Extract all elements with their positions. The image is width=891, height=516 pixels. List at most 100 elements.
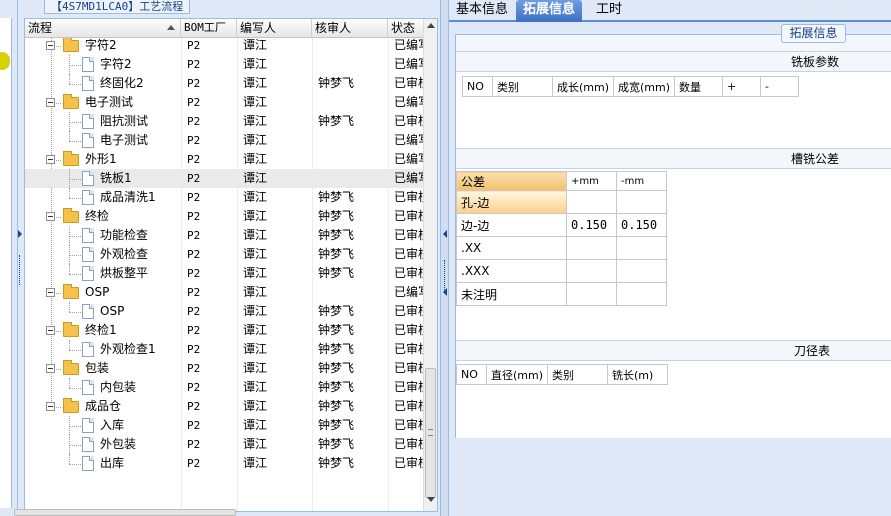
tree-row[interactable]: 包装P2谭江钟梦飞已审核: [25, 359, 425, 378]
panel-splitter[interactable]: [440, 0, 449, 516]
mill-params-header: 铣板参数: [456, 52, 891, 72]
collapse-arrow-icon[interactable]: [443, 230, 447, 238]
tolerance-row[interactable]: 边-边 0.150 0.150: [456, 213, 667, 237]
tolerance-row[interactable]: 孔-边: [456, 190, 667, 214]
cell-writer: 谭江: [243, 437, 268, 451]
collapse-toggle-icon[interactable]: [46, 364, 55, 373]
file-icon: [82, 456, 94, 471]
tree-row[interactable]: 外观检查1P2谭江钟梦飞已审核: [25, 340, 425, 359]
collapse-left-arrow-icon[interactable]: [18, 230, 22, 238]
tab-basic-info[interactable]: 基本信息: [449, 0, 515, 22]
tree-row[interactable]: OSPP2谭江钟梦飞已审核: [25, 302, 425, 321]
scrollbar-grip: [428, 429, 433, 436]
tolerance-row[interactable]: 未注明: [456, 282, 667, 306]
tree-row[interactable]: 成品仓P2谭江钟梦飞已审核: [25, 397, 425, 416]
scroll-up-arrow-icon[interactable]: [427, 23, 435, 28]
cell-writer: 谭江: [243, 171, 268, 185]
file-icon: [82, 266, 94, 281]
column-header-reviewer[interactable]: 核审人: [312, 19, 388, 38]
column-header-status[interactable]: 状态: [388, 19, 428, 38]
tolerance-label: 孔-边: [456, 190, 567, 214]
tree-row[interactable]: 铣板1P2谭江已编写: [25, 169, 425, 188]
splitter-grip[interactable]: [444, 260, 446, 290]
tolerance-row[interactable]: .XXX: [456, 259, 667, 283]
extended-info-fieldset-title: 拓展信息: [781, 24, 846, 43]
tree-line: [69, 141, 81, 142]
scrollbar-thumb[interactable]: [425, 368, 436, 498]
collapse-toggle-icon[interactable]: [46, 326, 55, 335]
tolerance-minus-cell[interactable]: [616, 236, 667, 260]
cell-reviewer: 钟梦飞: [318, 437, 355, 451]
tree-row[interactable]: 字符2P2谭江已编写: [25, 38, 425, 55]
tab-extended-info[interactable]: 拓展信息: [516, 0, 583, 22]
file-icon: [82, 228, 94, 243]
scroll-down-arrow-icon[interactable]: [427, 497, 435, 502]
cell-status: 已审核: [394, 304, 425, 318]
tolerance-plus-cell[interactable]: [566, 259, 617, 283]
tree-row[interactable]: 终固化2P2谭江钟梦飞已审核: [25, 74, 425, 93]
tolerance-row[interactable]: .XX: [456, 236, 667, 260]
cell-writer: 谭江: [243, 285, 268, 299]
process-flow-title: 【4S7MD1LCA0】工艺流程: [44, 0, 191, 14]
add-row-button[interactable]: +: [722, 76, 762, 97]
col-no: NO: [456, 364, 487, 385]
tree-row[interactable]: 电子测试P2谭江已编写: [25, 131, 425, 150]
collapse-toggle-icon[interactable]: [46, 41, 55, 50]
tree-line: [69, 378, 70, 388]
tolerance-plus-cell[interactable]: [566, 282, 617, 306]
tree-row[interactable]: 阻抗测试P2谭江钟梦飞已审核: [25, 112, 425, 131]
tolerance-plus-cell[interactable]: [566, 190, 617, 214]
tree-row[interactable]: 外包装P2谭江钟梦飞已审核: [25, 435, 425, 454]
vertical-scrollbar[interactable]: [423, 19, 437, 511]
collapse-toggle-icon[interactable]: [46, 402, 55, 411]
tree-line: [69, 445, 81, 446]
column-header-process[interactable]: 流程: [25, 19, 181, 38]
cell-writer: 谭江: [243, 228, 268, 242]
tree-line: [69, 274, 81, 275]
collapse-toggle-icon[interactable]: [46, 288, 55, 297]
tree-row[interactable]: OSPP2谭江已编写: [25, 283, 425, 302]
tree-row[interactable]: 电子测试P2谭江已编写: [25, 93, 425, 112]
tree-row[interactable]: 终检P2谭江钟梦飞已审核: [25, 207, 425, 226]
horizontal-scrollbar-thumb[interactable]: [14, 509, 236, 516]
tab-work-hours[interactable]: 工时: [589, 0, 629, 22]
tree-line: [69, 74, 70, 84]
remove-row-button[interactable]: -: [760, 76, 800, 97]
collapse-toggle-icon[interactable]: [46, 212, 55, 221]
tree-row[interactable]: 终检1P2谭江钟梦飞已审核: [25, 321, 425, 340]
tree-row[interactable]: 外观检查P2谭江钟梦飞已审核: [25, 245, 425, 264]
tree-row[interactable]: 功能检查P2谭江钟梦飞已审核: [25, 226, 425, 245]
tree-row[interactable]: 内包装P2谭江钟梦飞已审核: [25, 378, 425, 397]
cell-writer: 谭江: [243, 266, 268, 280]
tool-diameter-header: 刀径表: [456, 341, 891, 361]
tree-node: OSP: [25, 302, 179, 321]
tree-row[interactable]: 烘板整平P2谭江钟梦飞已审核: [25, 264, 425, 283]
cell-reviewer: [314, 38, 384, 55]
tree-row[interactable]: 字符2P2谭江已编写: [25, 55, 425, 74]
tolerance-minus-cell[interactable]: [616, 282, 667, 306]
col-category: 类别: [547, 364, 609, 385]
tree-node: 外包装: [25, 435, 179, 454]
column-header-bom-factory[interactable]: BOM工厂: [181, 19, 237, 38]
tree-row[interactable]: 入库P2谭江钟梦飞已审核: [25, 416, 425, 435]
column-header-writer[interactable]: 编写人: [237, 19, 312, 38]
collapse-toggle-icon[interactable]: [46, 98, 55, 107]
left-splitter-grip[interactable]: [19, 255, 21, 285]
cell-writer: 谭江: [243, 209, 268, 223]
collapse-toggle-icon[interactable]: [46, 155, 55, 164]
collapse-arrow-icon-2[interactable]: [443, 288, 447, 296]
tolerance-minus-cell[interactable]: [616, 259, 667, 283]
tree-node-label: 入库: [100, 418, 125, 432]
cell-writer: 谭江: [243, 418, 268, 432]
left-collapsed-panel: [0, 18, 12, 508]
tolerance-minus-cell[interactable]: [616, 190, 667, 214]
tree-row[interactable]: 出库P2谭江钟梦飞已审核: [25, 454, 425, 473]
tolerance-plus-cell[interactable]: 0.150: [566, 213, 617, 237]
tree-row[interactable]: 成品清洗1P2谭江钟梦飞已审核: [25, 188, 425, 207]
tolerance-minus-cell[interactable]: 0.150: [616, 213, 667, 237]
tolerance-plus-cell[interactable]: [566, 236, 617, 260]
cell-status: 已审核: [394, 361, 425, 375]
process-tree-grid: 流程 BOM工厂 编写人 核审人 状态 字符2P2谭江已编写字符2P2谭江已编写…: [24, 18, 438, 512]
tree-row[interactable]: 外形1P2谭江已编写: [25, 150, 425, 169]
tree-line: [69, 388, 81, 389]
